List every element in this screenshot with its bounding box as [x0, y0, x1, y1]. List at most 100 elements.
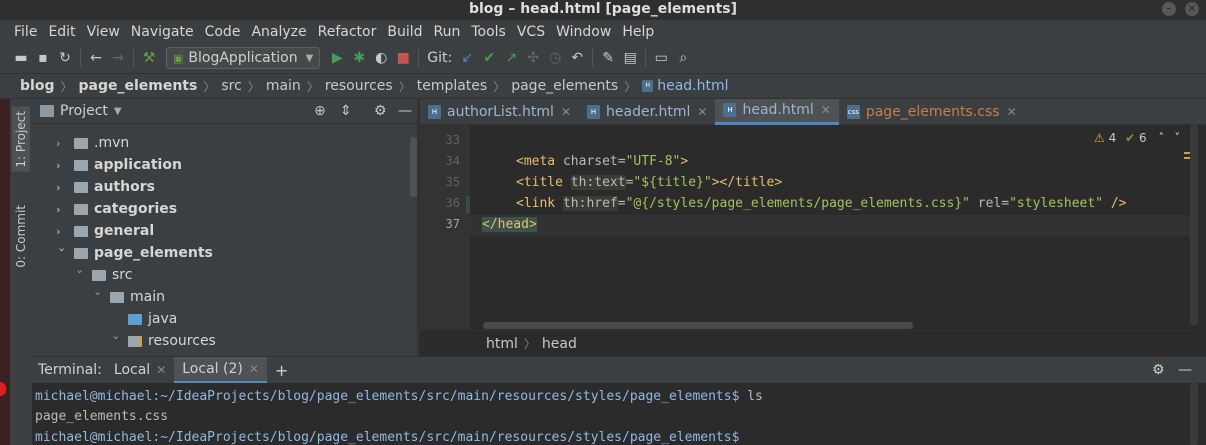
tab-page-elements-css[interactable]: css page_elements.css ✕ [839, 99, 1025, 125]
gear-icon[interactable]: ⚙ [1152, 362, 1165, 378]
project-scrollbar[interactable] [410, 137, 417, 197]
tree-item-mvn[interactable]: › .mvn [56, 132, 129, 154]
hide-panel-icon[interactable]: — [398, 103, 412, 119]
check-count: 6 [1138, 131, 1147, 145]
horizontal-scrollbar[interactable] [483, 322, 913, 329]
breadcrumb-item[interactable]: page_elements [78, 78, 197, 94]
build-hammer-icon[interactable]: ⚒ [138, 47, 160, 69]
menu-window[interactable]: Window [556, 24, 611, 40]
menu-code[interactable]: Code [205, 24, 241, 40]
tab-head-html[interactable]: H head.html ✕ [715, 98, 839, 125]
forward-arrow-icon[interactable]: → [107, 47, 129, 69]
git-commit-check-icon[interactable]: ✔ [478, 47, 500, 69]
module-folder-icon [74, 225, 88, 237]
chevron-down-icon[interactable]: ▼ [114, 106, 122, 117]
terminal-window-icon[interactable]: ▭ [650, 47, 672, 69]
editor-crumb-item[interactable]: html [486, 336, 518, 352]
terminal-output[interactable]: michael@michael:~/IdeaProjects/blog/page… [32, 383, 1206, 445]
terminal-tab-local[interactable]: Local ✕ [106, 357, 174, 384]
open-folder-icon[interactable]: ▬ [10, 47, 32, 69]
tool-tab-project[interactable]: 1: Project [12, 107, 30, 172]
menu-build[interactable]: Build [387, 24, 422, 40]
menu-tools[interactable]: Tools [471, 24, 506, 40]
breadcrumb-item[interactable]: main [266, 78, 301, 94]
locate-target-icon[interactable]: ⊕ [314, 103, 326, 119]
tree-item-authors[interactable]: › authors [56, 176, 155, 198]
history-clock-icon[interactable]: ◷ [544, 47, 566, 69]
tree-item-application[interactable]: › application [56, 154, 182, 176]
menu-edit[interactable]: Edit [48, 24, 75, 40]
terminal-tab-local-2[interactable]: Local (2) ✕ [174, 356, 267, 384]
tree-item-java[interactable]: java [128, 308, 177, 330]
gear-icon[interactable]: ⚙ [374, 103, 387, 119]
menu-file[interactable]: File [14, 24, 37, 40]
chevron-right-icon: 〉 [523, 337, 536, 351]
tab-header-html[interactable]: H header.html ✕ [579, 99, 715, 125]
project-structure-icon[interactable]: ▤ [619, 47, 641, 69]
debug-bug-icon[interactable]: ✱ [348, 47, 370, 69]
tree-item-page-elements[interactable]: › page_elements [56, 242, 213, 264]
tree-item-label: .mvn [94, 135, 130, 151]
save-icon[interactable]: ▪ [32, 47, 54, 69]
code-token: "UTF-8" [625, 154, 681, 169]
breadcrumb-item[interactable]: resources [325, 78, 393, 94]
menu-analyze[interactable]: Analyze [251, 24, 306, 40]
git-update-icon[interactable]: ↙ [456, 47, 478, 69]
chevron-down-icon[interactable]: ˅ [1174, 131, 1180, 145]
sync-icon[interactable]: ↻ [54, 47, 76, 69]
inspection-widget[interactable]: ⚠ 4 ✔ 6 ˄ ˅ [1094, 131, 1180, 145]
git-push-icon[interactable]: ↗ [500, 47, 522, 69]
menu-refactor[interactable]: Refactor [318, 24, 377, 40]
close-icon[interactable]: ✕ [249, 362, 259, 376]
breadcrumb-item[interactable]: src [221, 78, 241, 94]
breadcrumb-item[interactable]: page_elements [511, 78, 618, 94]
close-icon[interactable]: ✕ [821, 103, 831, 117]
tree-item-categories[interactable]: › categories [56, 198, 177, 220]
minimize-icon[interactable]: – [1162, 2, 1176, 16]
tree-item-label: application [94, 157, 182, 173]
html-file-icon: H [428, 104, 441, 119]
menu-navigate[interactable]: Navigate [131, 24, 194, 40]
stop-icon[interactable]: ■ [392, 47, 414, 69]
tab-authorlist-html[interactable]: H authorList.html ✕ [420, 99, 579, 125]
scrollbar-thumb[interactable] [1190, 125, 1198, 325]
settings-wrench-icon[interactable]: ✎ [597, 47, 619, 69]
menu-vcs[interactable]: VCS [517, 24, 545, 40]
close-icon[interactable]: ✕ [697, 105, 707, 119]
search-icon[interactable]: ⌕ [672, 47, 694, 69]
breadcrumb-item[interactable]: templates [417, 78, 488, 94]
menu-run[interactable]: Run [434, 24, 461, 40]
hide-panel-icon[interactable]: — [1178, 362, 1192, 378]
coverage-icon[interactable]: ◐ [370, 47, 392, 69]
menu-help[interactable]: Help [622, 24, 654, 40]
terminal-scrollbar[interactable] [1190, 383, 1198, 445]
chevron-right-icon: › [56, 136, 61, 150]
git-merge-icon[interactable]: ✣ [522, 47, 544, 69]
code-editor[interactable]: <meta charset="UTF-8"> <title th:text="$… [470, 125, 1190, 330]
back-arrow-icon[interactable]: ← [85, 47, 107, 69]
close-icon[interactable]: ✕ [561, 105, 571, 119]
tree-item-resources[interactable]: › resources [110, 330, 216, 352]
tree-item-general[interactable]: › general [56, 220, 154, 242]
run-configuration-select[interactable]: ▣ BlogApplication ▼ [166, 47, 321, 69]
menu-view[interactable]: View [87, 24, 120, 40]
chevron-up-icon[interactable]: ˄ [1158, 131, 1164, 145]
close-icon[interactable]: × [1185, 2, 1199, 16]
collapse-all-icon[interactable]: ⇕ [340, 103, 352, 119]
close-icon[interactable]: ✕ [156, 363, 166, 377]
breadcrumb-item[interactable]: blog [20, 78, 54, 94]
project-panel-title[interactable]: Project [60, 103, 108, 119]
new-terminal-plus-icon[interactable]: + [275, 361, 288, 380]
html-file-icon: H [587, 104, 601, 119]
run-icon[interactable]: ▶ [326, 47, 348, 69]
breadcrumb-item[interactable]: head.html [657, 78, 728, 94]
chevron-right-icon: › [56, 224, 61, 238]
tree-item-src[interactable]: › src [74, 264, 133, 286]
warning-count: 4 [1108, 131, 1117, 145]
rollback-icon[interactable]: ↶ [566, 47, 588, 69]
close-icon[interactable]: ✕ [1007, 105, 1017, 119]
tool-tab-commit[interactable]: 0: Commit [12, 201, 30, 272]
editor-crumb-item[interactable]: head [542, 336, 577, 352]
editor-scrollbar[interactable] [1184, 125, 1206, 356]
tree-item-main[interactable]: › main [92, 286, 165, 308]
